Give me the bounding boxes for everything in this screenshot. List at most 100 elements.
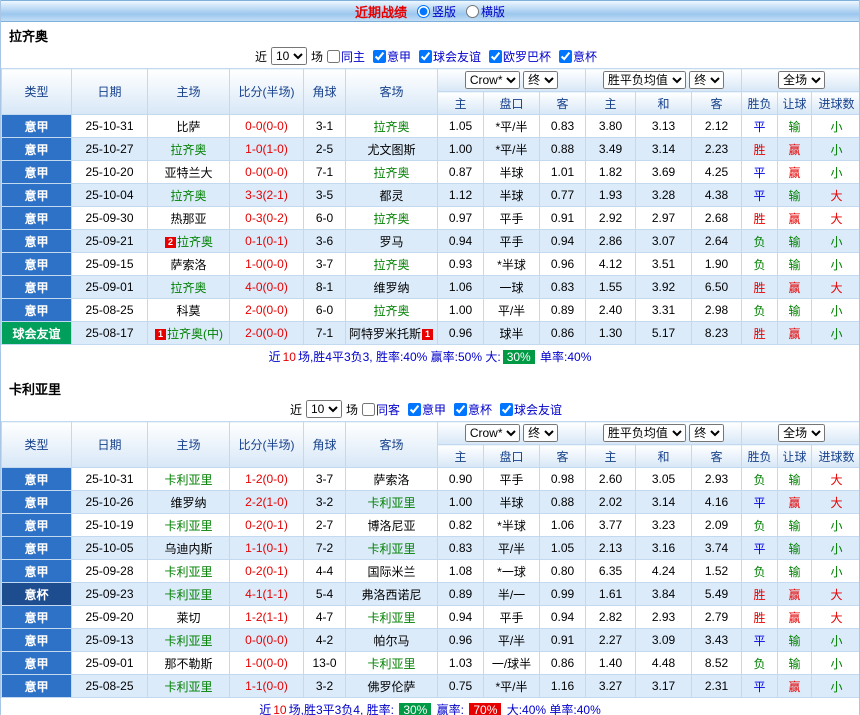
scope-select[interactable]: 全场 bbox=[778, 424, 825, 442]
euro-home-odds: 1.30 bbox=[586, 322, 636, 345]
team-name[interactable]: 弗洛西诺尼 bbox=[361, 588, 421, 602]
team-name[interactable]: 阿特罗米托斯 bbox=[349, 327, 421, 341]
team-name[interactable]: 乌迪内斯 bbox=[164, 542, 212, 556]
team-name[interactable]: 拉齐奥 bbox=[170, 281, 206, 295]
euro-home-odds: 2.40 bbox=[586, 299, 636, 322]
team-name[interactable]: 卡利亚里 bbox=[367, 496, 415, 510]
match-result: 平 bbox=[742, 115, 778, 138]
team-name[interactable]: 拉齐奥 bbox=[373, 120, 409, 134]
team-name[interactable]: 比萨 bbox=[176, 120, 200, 134]
team-name[interactable]: 维罗纳 bbox=[373, 281, 409, 295]
filter-checkbox-球会友谊[interactable]: 球会友谊 bbox=[500, 401, 562, 418]
team-name[interactable]: 卡利亚里 bbox=[164, 473, 212, 487]
filter-checkbox-同主[interactable]: 同主 bbox=[327, 48, 365, 65]
odds-time-select[interactable]: 终 bbox=[523, 424, 558, 442]
team-name[interactable]: 拉齐奥 bbox=[373, 304, 409, 318]
team-name[interactable]: 维罗纳 bbox=[170, 496, 206, 510]
filter-checkbox-意杯[interactable]: 意杯 bbox=[454, 401, 492, 418]
horizontal-layout-radio[interactable] bbox=[466, 5, 479, 18]
team-name[interactable]: 卡利亚里 bbox=[367, 611, 415, 625]
odds-company-select[interactable]: Crow* bbox=[465, 424, 520, 442]
wdl-average-select[interactable]: 胜平负均值 bbox=[603, 71, 686, 89]
match-score[interactable]: 3-3(2-1) bbox=[230, 184, 304, 207]
checkbox[interactable] bbox=[489, 50, 502, 63]
team-name[interactable]: 帕尔马 bbox=[373, 634, 409, 648]
team-name[interactable]: 博洛尼亚 bbox=[367, 519, 415, 533]
match-score[interactable]: 1-1(0-1) bbox=[230, 537, 304, 560]
vertical-layout-radio[interactable] bbox=[417, 5, 430, 18]
team-name[interactable]: 罗马 bbox=[379, 235, 403, 249]
team-name[interactable]: 拉齐奥 bbox=[373, 166, 409, 180]
team-name[interactable]: 那不勒斯 bbox=[164, 657, 212, 671]
team-name[interactable]: 卡利亚里 bbox=[367, 657, 415, 671]
checkbox[interactable] bbox=[500, 403, 513, 416]
team-name[interactable]: 热那亚 bbox=[170, 212, 206, 226]
team-name[interactable]: 卡利亚里 bbox=[164, 565, 212, 579]
match-score[interactable]: 2-0(0-0) bbox=[230, 299, 304, 322]
team-name[interactable]: 卡利亚里 bbox=[164, 519, 212, 533]
match-score[interactable]: 1-2(1-1) bbox=[230, 606, 304, 629]
layout-option-vertical[interactable]: 竖版 bbox=[417, 3, 456, 20]
team-name[interactable]: 尤文图斯 bbox=[367, 143, 415, 157]
odds-company-select[interactable]: Crow* bbox=[465, 71, 520, 89]
checkbox[interactable] bbox=[373, 50, 386, 63]
filter-checkbox-同客[interactable]: 同客 bbox=[362, 401, 400, 418]
team-name[interactable]: 亚特兰大 bbox=[164, 166, 212, 180]
wdl-time-select[interactable]: 终 bbox=[689, 71, 724, 89]
match-date: 25-08-25 bbox=[72, 675, 148, 698]
team-name[interactable]: 卡利亚里 bbox=[164, 680, 212, 694]
asian-away-odds: 0.89 bbox=[540, 299, 586, 322]
team-name[interactable]: 拉齐奥 bbox=[177, 235, 213, 249]
wdl-time-select[interactable]: 终 bbox=[689, 424, 724, 442]
match-score[interactable]: 1-1(0-0) bbox=[230, 675, 304, 698]
checkbox[interactable] bbox=[408, 403, 421, 416]
odds-time-select[interactable]: 终 bbox=[523, 71, 558, 89]
match-score[interactable]: 0-2(0-1) bbox=[230, 560, 304, 583]
checkbox[interactable] bbox=[559, 50, 572, 63]
team-name[interactable]: 拉齐奥(中) bbox=[167, 327, 223, 341]
team-name[interactable]: 国际米兰 bbox=[367, 565, 415, 579]
match-score[interactable]: 2-2(1-0) bbox=[230, 491, 304, 514]
team-name[interactable]: 拉齐奥 bbox=[373, 258, 409, 272]
checkbox[interactable] bbox=[327, 50, 340, 63]
wdl-average-select[interactable]: 胜平负均值 bbox=[603, 424, 686, 442]
match-score[interactable]: 1-2(0-0) bbox=[230, 468, 304, 491]
match-score[interactable]: 0-0(0-0) bbox=[230, 115, 304, 138]
match-score[interactable]: 1-0(0-0) bbox=[230, 253, 304, 276]
team-name[interactable]: 拉齐奥 bbox=[170, 143, 206, 157]
match-score[interactable]: 1-0(0-0) bbox=[230, 652, 304, 675]
match-score[interactable]: 1-0(1-0) bbox=[230, 138, 304, 161]
recent-count-select[interactable]: 10 bbox=[306, 400, 342, 418]
recent-count-select[interactable]: 10 bbox=[271, 47, 307, 65]
team-name[interactable]: 萨索洛 bbox=[170, 258, 206, 272]
team-name[interactable]: 拉齐奥 bbox=[373, 212, 409, 226]
scope-select[interactable]: 全场 bbox=[778, 71, 825, 89]
match-score[interactable]: 2-0(0-0) bbox=[230, 322, 304, 345]
filter-checkbox-意甲[interactable]: 意甲 bbox=[373, 48, 411, 65]
match-score[interactable]: 0-3(0-2) bbox=[230, 207, 304, 230]
team-name[interactable]: 科莫 bbox=[176, 304, 200, 318]
team-name[interactable]: 卡利亚里 bbox=[367, 542, 415, 556]
team-name[interactable]: 卡利亚里 bbox=[164, 634, 212, 648]
team-name[interactable]: 莱切 bbox=[176, 611, 200, 625]
filter-checkbox-球会友谊[interactable]: 球会友谊 bbox=[419, 48, 481, 65]
match-score[interactable]: 4-1(1-1) bbox=[230, 583, 304, 606]
filter-checkbox-欧罗巴杯[interactable]: 欧罗巴杯 bbox=[489, 48, 551, 65]
handicap-result: 赢 bbox=[778, 207, 812, 230]
team-name[interactable]: 都灵 bbox=[379, 189, 403, 203]
checkbox[interactable] bbox=[454, 403, 467, 416]
checkbox[interactable] bbox=[362, 403, 375, 416]
filter-checkbox-意甲[interactable]: 意甲 bbox=[408, 401, 446, 418]
filter-checkbox-意杯[interactable]: 意杯 bbox=[559, 48, 597, 65]
match-score[interactable]: 0-1(0-1) bbox=[230, 230, 304, 253]
match-score[interactable]: 0-0(0-0) bbox=[230, 629, 304, 652]
team-name[interactable]: 拉齐奥 bbox=[170, 189, 206, 203]
match-score[interactable]: 4-0(0-0) bbox=[230, 276, 304, 299]
team-name[interactable]: 萨索洛 bbox=[373, 473, 409, 487]
layout-option-horizontal[interactable]: 横版 bbox=[466, 3, 505, 20]
team-name[interactable]: 佛罗伦萨 bbox=[367, 680, 415, 694]
match-score[interactable]: 0-2(0-1) bbox=[230, 514, 304, 537]
team-name[interactable]: 卡利亚里 bbox=[164, 588, 212, 602]
checkbox[interactable] bbox=[419, 50, 432, 63]
match-score[interactable]: 0-0(0-0) bbox=[230, 161, 304, 184]
